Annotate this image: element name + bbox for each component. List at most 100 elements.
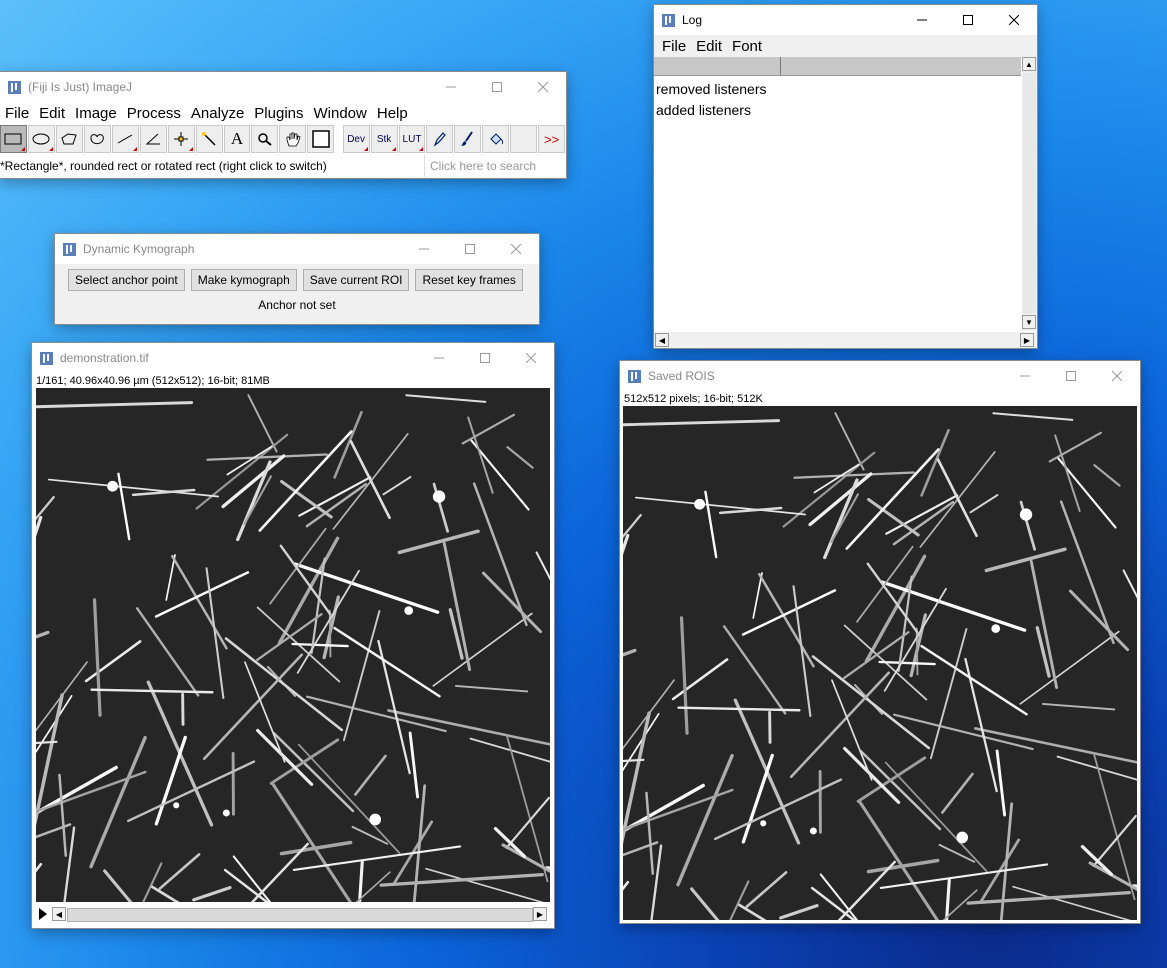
menu-font[interactable]: Font <box>727 38 767 55</box>
brush-tool[interactable] <box>454 125 482 153</box>
line-tool[interactable] <box>111 125 139 153</box>
menu-window[interactable]: Window <box>309 105 372 122</box>
bright-spot <box>222 809 230 817</box>
stk-menu-tool[interactable]: Stk <box>370 125 398 153</box>
maximize-button[interactable] <box>1048 361 1094 391</box>
menu-process[interactable]: Process <box>122 105 186 122</box>
kymograph-button-row: Select anchor point Make kymograph Save … <box>55 264 539 291</box>
column-divider[interactable] <box>780 57 781 75</box>
maximize-button[interactable] <box>945 5 991 35</box>
more-tools-icon: >> <box>544 131 560 147</box>
stack-slider: ◀ ▶ <box>36 906 550 922</box>
imagej-titlebar[interactable]: (Fiji Is Just) ImageJ <box>0 72 566 102</box>
log-titlebar[interactable]: Log <box>654 5 1037 35</box>
point-tool[interactable] <box>167 125 195 153</box>
menu-analyze[interactable]: Analyze <box>186 105 249 122</box>
search-input[interactable]: Click here to search <box>424 155 566 177</box>
close-button[interactable] <box>508 343 554 373</box>
menu-edit[interactable]: Edit <box>34 105 70 122</box>
reset-key-frames-button[interactable]: Reset key frames <box>415 269 523 291</box>
polygon-icon <box>61 133 78 145</box>
image-titlebar[interactable]: Saved ROIS <box>620 361 1140 391</box>
log-table-header <box>654 57 1021 76</box>
stk-label: Stk <box>376 133 392 145</box>
anchor-status: Anchor not set <box>258 298 336 312</box>
menu-image[interactable]: Image <box>70 105 122 122</box>
horizontal-scrollbar[interactable]: ◀ ▶ <box>654 332 1037 348</box>
minimize-button[interactable] <box>1002 361 1048 391</box>
flood-fill-tool[interactable] <box>482 125 510 153</box>
scroll-left-arrow[interactable]: ◀ <box>655 333 669 347</box>
fiji-icon <box>8 80 21 94</box>
log-window: Log File Edit Font removed listeners add… <box>654 5 1037 348</box>
slider-right-arrow[interactable]: ▶ <box>533 907 547 921</box>
slider-left-arrow[interactable]: ◀ <box>52 907 66 921</box>
minimize-button[interactable] <box>401 234 447 264</box>
empty-tool-slot <box>510 125 538 153</box>
pencil-tool[interactable] <box>426 125 454 153</box>
demonstration-image-window: demonstration.tif 1/161; 40.96x40.96 µm … <box>32 343 554 928</box>
make-kymograph-button[interactable]: Make kymograph <box>190 269 297 291</box>
scroll-down-arrow[interactable]: ▼ <box>1022 315 1036 329</box>
lut-menu-tool[interactable]: LUT <box>398 125 426 153</box>
close-button[interactable] <box>991 5 1037 35</box>
scroll-thumb[interactable] <box>1023 73 1036 313</box>
menu-plugins[interactable]: Plugins <box>249 105 308 122</box>
bright-spot <box>432 490 446 503</box>
microscopy-image-canvas[interactable] <box>623 406 1137 920</box>
menu-file[interactable]: File <box>0 105 34 122</box>
close-button[interactable] <box>1094 361 1140 391</box>
text-tool[interactable]: A <box>223 125 251 153</box>
pencil-icon <box>433 132 446 147</box>
fiji-icon <box>63 242 76 256</box>
window-title: demonstration.tif <box>60 351 149 365</box>
maximize-button[interactable] <box>462 343 508 373</box>
maximize-button[interactable] <box>447 234 493 264</box>
rectangle-tool[interactable] <box>0 125 27 153</box>
vertical-scrollbar[interactable]: ▲ ▼ <box>1022 57 1037 331</box>
microscopy-image-canvas[interactable] <box>36 388 550 902</box>
rectangle-icon <box>4 133 22 145</box>
wand-tool[interactable] <box>195 125 223 153</box>
window-title: Saved ROIS <box>648 369 715 383</box>
fiji-icon <box>628 369 641 383</box>
menu-help[interactable]: Help <box>372 105 413 122</box>
maximize-button[interactable] <box>474 72 520 102</box>
slider-track[interactable] <box>67 908 533 922</box>
hand-icon <box>286 132 301 147</box>
minimize-button[interactable] <box>416 343 462 373</box>
close-button[interactable] <box>493 234 539 264</box>
wand-icon <box>202 132 216 146</box>
more-tools-button[interactable]: >> <box>538 125 566 153</box>
kymograph-titlebar[interactable]: Dynamic Kymograph <box>55 234 539 264</box>
bucket-icon <box>490 133 503 145</box>
save-current-roi-button[interactable]: Save current ROI <box>302 269 410 291</box>
scroll-up-arrow[interactable]: ▲ <box>1022 57 1036 71</box>
minimize-button[interactable] <box>428 72 474 102</box>
menu-file[interactable]: File <box>657 38 691 55</box>
fiji-icon <box>40 351 53 365</box>
scroll-right-arrow[interactable]: ▶ <box>1020 333 1034 347</box>
select-anchor-point-button[interactable]: Select anchor point <box>68 269 185 291</box>
oval-tool[interactable] <box>27 125 55 153</box>
polygon-tool[interactable] <box>55 125 83 153</box>
imagej-toolbar: A Dev Stk LUT >> <box>0 124 566 154</box>
menu-edit[interactable]: Edit <box>691 38 727 55</box>
play-animation-icon[interactable] <box>39 908 47 920</box>
angle-tool[interactable] <box>139 125 167 153</box>
log-line: added listeners <box>656 102 751 118</box>
bright-spot <box>991 624 1001 633</box>
magnifier-icon <box>258 133 272 146</box>
scroll-tool[interactable] <box>279 125 307 153</box>
freehand-tool[interactable] <box>83 125 111 153</box>
text-icon: A <box>230 129 244 148</box>
magnifier-tool[interactable] <box>251 125 279 153</box>
image-titlebar[interactable]: demonstration.tif <box>32 343 554 373</box>
dev-menu-tool[interactable]: Dev <box>342 125 370 153</box>
color-picker-tool[interactable] <box>307 125 335 153</box>
close-button[interactable] <box>520 72 566 102</box>
window-title: Dynamic Kymograph <box>83 242 195 256</box>
color-box-icon <box>312 130 330 148</box>
bright-spot <box>404 606 414 615</box>
minimize-button[interactable] <box>899 5 945 35</box>
